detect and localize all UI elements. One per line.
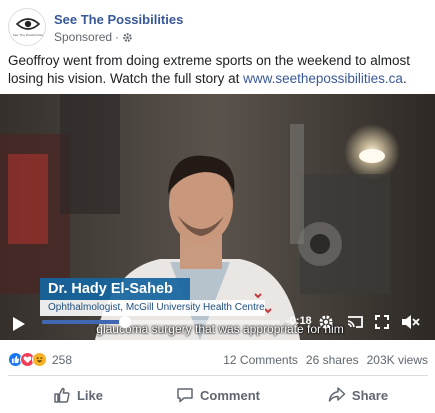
- engagement-counts: 12 Comments 26 shares 203K views: [223, 353, 428, 367]
- reactions-summary[interactable]: 258: [8, 352, 72, 367]
- post-header: See The Possibilities See The Possibilit…: [8, 8, 428, 48]
- like-button[interactable]: Like: [8, 381, 148, 409]
- post-link[interactable]: www.seethepossibilities.ca: [243, 71, 403, 86]
- separator-dot: ·: [115, 30, 120, 44]
- post-stats: 258 12 Comments 26 shares 203K views: [8, 352, 428, 368]
- post-actions: Like Comment Share: [8, 381, 428, 409]
- share-label: Share: [351, 387, 389, 403]
- progress-fill: [42, 320, 126, 324]
- time-remaining: -0:18: [286, 315, 312, 327]
- sponsored-row: Sponsored ·: [54, 30, 133, 44]
- divider: [8, 375, 428, 376]
- gear-icon[interactable]: [122, 32, 133, 43]
- views-count: 203K views: [366, 353, 428, 367]
- eye-logo-icon: [16, 18, 40, 30]
- share-button[interactable]: Share: [288, 381, 428, 409]
- speaker-name: Dr. Hady El-Saheb: [40, 278, 190, 300]
- settings-gear-icon[interactable]: [318, 314, 334, 330]
- page-name-link[interactable]: See The Possibilities: [54, 12, 183, 27]
- progress-bar[interactable]: [42, 316, 280, 328]
- cast-icon[interactable]: [346, 314, 364, 330]
- sponsored-label[interactable]: Sponsored: [54, 30, 112, 44]
- comments-count[interactable]: 12 Comments: [223, 353, 298, 367]
- fullscreen-icon[interactable]: [374, 314, 390, 330]
- avatar-caption: See The Possibilities: [12, 33, 44, 37]
- page-avatar[interactable]: See The Possibilities: [8, 8, 46, 46]
- share-arrow-icon: [328, 387, 346, 402]
- post-text: Geoffroy went from doing extreme sports …: [8, 52, 428, 88]
- comment-label: Comment: [200, 387, 260, 403]
- video-player[interactable]: Dr. Hady El-Saheb Ophthalmologist, McGil…: [0, 94, 435, 340]
- reaction-count: 258: [52, 352, 73, 367]
- mute-icon[interactable]: [400, 314, 420, 330]
- play-icon[interactable]: [12, 316, 26, 332]
- video-controls: -0:18: [0, 306, 435, 340]
- shares-count[interactable]: 26 shares: [306, 353, 359, 367]
- thumbs-up-icon: [54, 387, 70, 403]
- progress-knob[interactable]: [119, 316, 132, 328]
- comment-button[interactable]: Comment: [148, 381, 288, 409]
- like-label: Like: [76, 387, 103, 403]
- haha-icon: [32, 352, 47, 367]
- comment-icon: [177, 388, 193, 403]
- post-body-end: .: [402, 71, 407, 86]
